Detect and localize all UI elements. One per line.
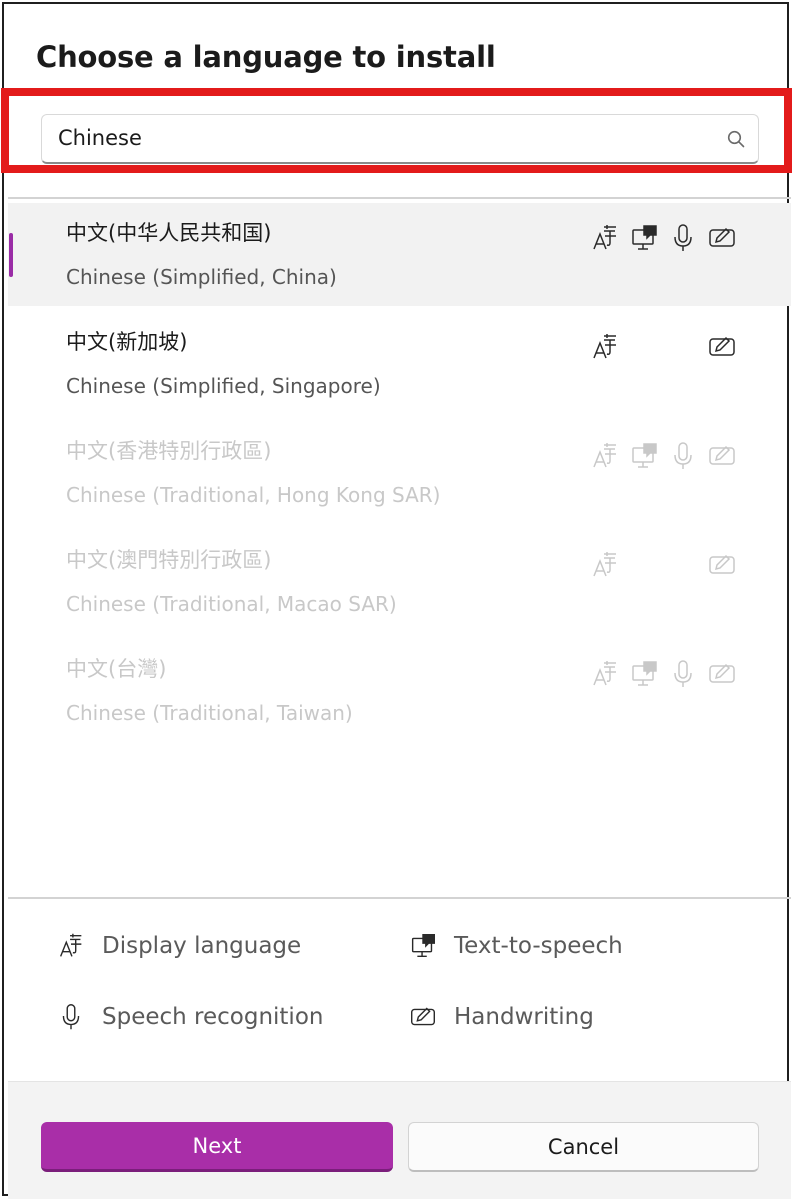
legend-label: Display language (102, 933, 302, 959)
legend-label: Text-to-speech (454, 933, 623, 959)
language-english-name: Chinese (Simplified, Singapore) (66, 374, 381, 398)
language-item: 中文(澳門特別行政區) Chinese (Traditional, Macao … (8, 530, 791, 639)
language-item[interactable]: 中文(新加坡) Chinese (Simplified, Singapore) (8, 312, 791, 421)
language-english-name: Chinese (Traditional, Macao SAR) (66, 592, 397, 616)
language-native-name: 中文(台灣) (66, 657, 167, 681)
handwriting-icon (707, 439, 737, 473)
legend-speech-recognition: Speech recognition (56, 1001, 323, 1033)
search-box[interactable] (41, 114, 759, 164)
language-native-name: 中文(香港特別行政區) (66, 439, 272, 463)
display-language-icon (590, 439, 620, 473)
text-to-speech-icon (629, 221, 659, 255)
language-item: 中文(台灣) Chinese (Traditional, Taiwan) (8, 639, 791, 748)
list-divider (8, 197, 791, 199)
handwriting-icon (408, 1001, 438, 1033)
language-english-name: Chinese (Traditional, Taiwan) (66, 701, 353, 725)
legend-text-to-speech: Text-to-speech (408, 930, 623, 962)
text-to-speech-icon (408, 930, 438, 962)
legend-handwriting: Handwriting (408, 1001, 594, 1033)
display-language-icon (590, 548, 620, 582)
text-to-speech-icon (629, 657, 659, 691)
language-list: 中文(中华人民共和国) Chinese (Simplified, China) … (8, 203, 791, 748)
language-item: 中文(香港特別行政區) Chinese (Traditional, Hong K… (8, 421, 791, 530)
legend-divider (8, 897, 791, 899)
handwriting-icon (707, 657, 737, 691)
legend-label: Handwriting (454, 1004, 594, 1030)
language-native-name: 中文(澳門特別行政區) (66, 548, 272, 572)
speech-recognition-icon (56, 1001, 86, 1033)
next-button[interactable]: Next (41, 1122, 393, 1172)
language-english-name: Chinese (Simplified, China) (66, 265, 337, 289)
display-language-icon (590, 657, 620, 691)
speech-recognition-icon (668, 221, 698, 255)
handwriting-icon (707, 221, 737, 255)
selection-indicator (9, 233, 13, 277)
text-to-speech-icon (629, 439, 659, 473)
speech-recognition-icon (668, 657, 698, 691)
display-language-icon (590, 330, 620, 364)
speech-recognition-icon (668, 439, 698, 473)
search-icon[interactable] (726, 129, 746, 149)
display-language-icon (590, 221, 620, 255)
language-native-name: 中文(中华人民共和国) (66, 221, 272, 245)
display-language-icon (56, 930, 86, 962)
dialog-footer: Next Cancel (8, 1081, 791, 1199)
search-input[interactable] (58, 115, 698, 161)
dialog-title: Choose a language to install (36, 40, 496, 74)
language-native-name: 中文(新加坡) (66, 330, 188, 354)
cancel-button[interactable]: Cancel (408, 1122, 759, 1172)
handwriting-icon (707, 548, 737, 582)
language-english-name: Chinese (Traditional, Hong Kong SAR) (66, 483, 441, 507)
language-item[interactable]: 中文(中华人民共和国) Chinese (Simplified, China) (8, 203, 791, 306)
handwriting-icon (707, 330, 737, 364)
legend-display-language: Display language (56, 930, 301, 962)
install-language-dialog: Choose a language to install 中文(中华人民共和国)… (2, 2, 791, 1199)
legend-label: Speech recognition (102, 1004, 324, 1030)
